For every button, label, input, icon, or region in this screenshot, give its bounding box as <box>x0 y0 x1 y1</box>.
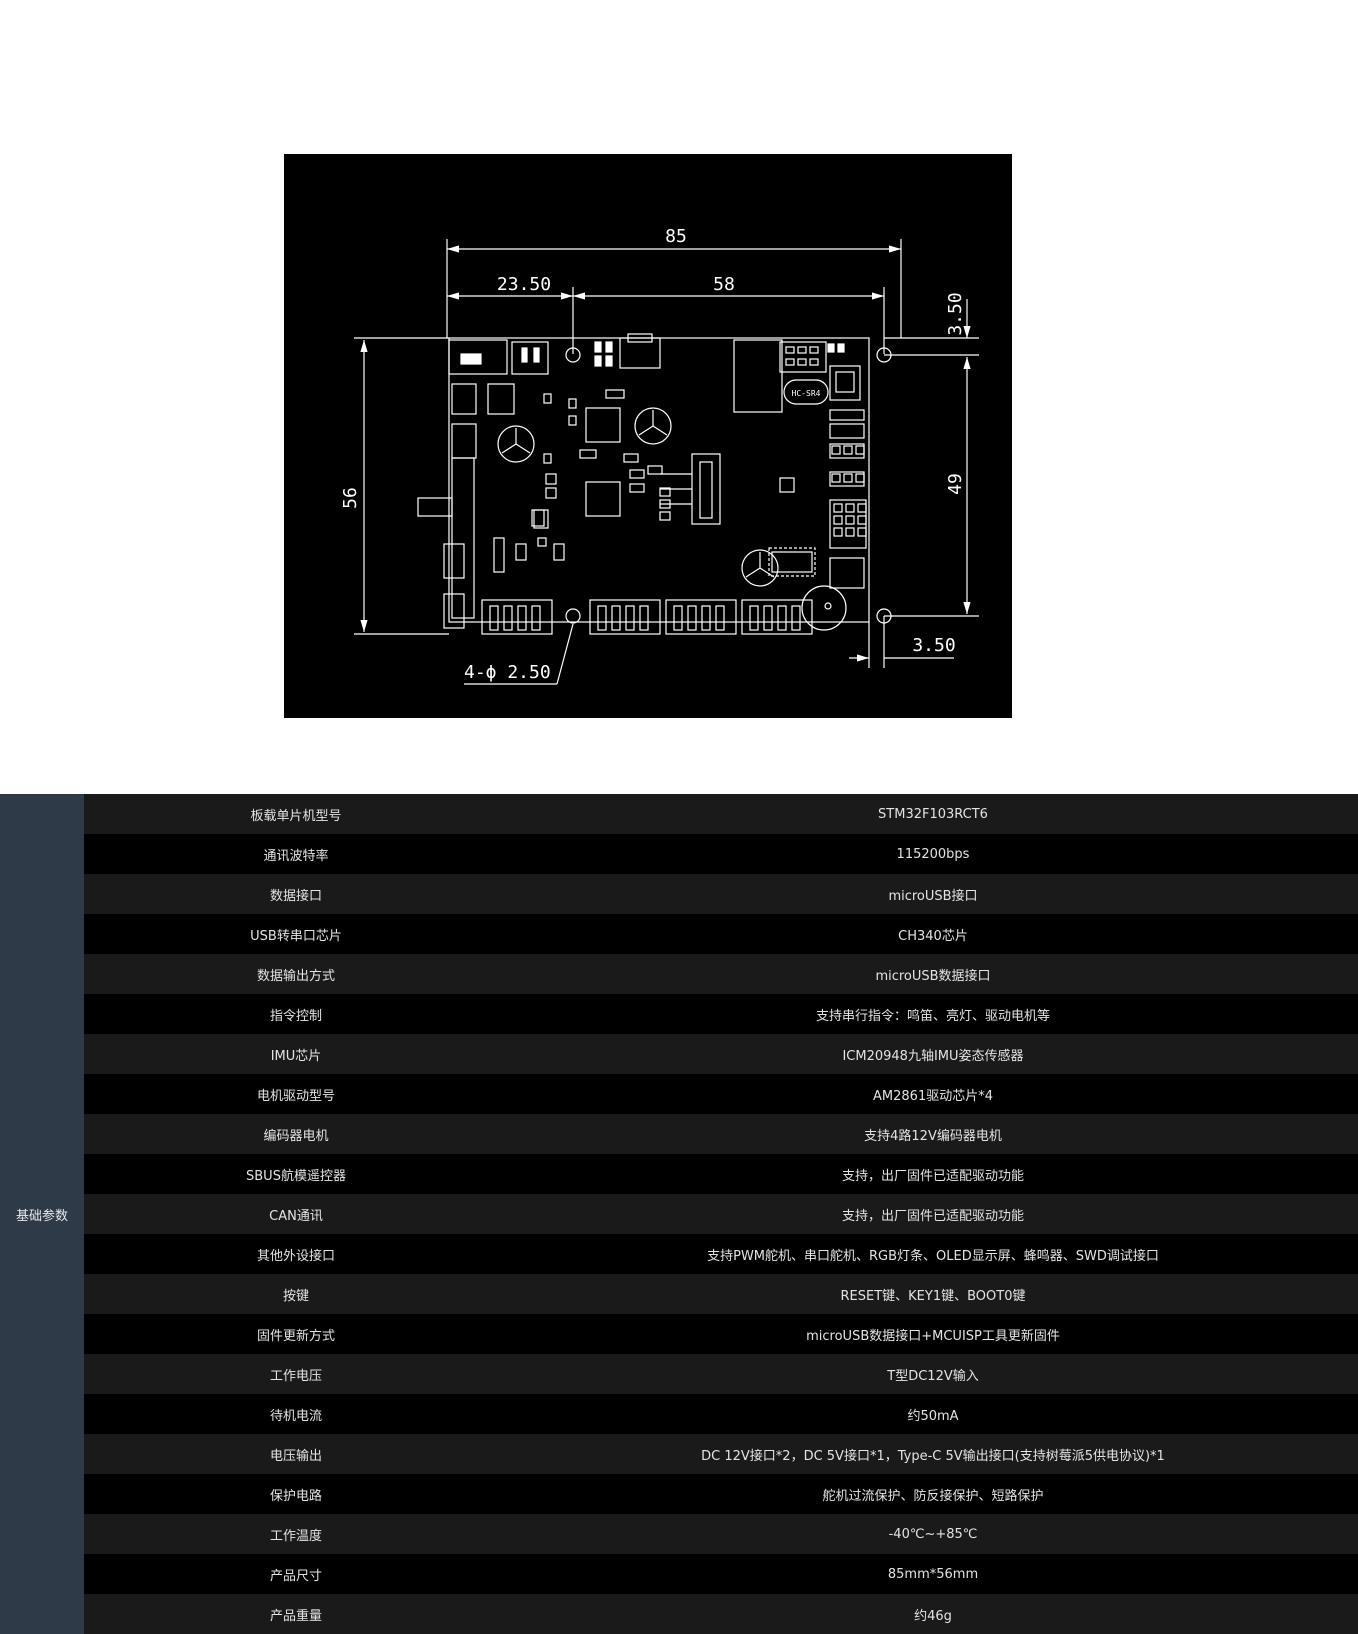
mounting-hole-bottom-left <box>565 608 581 624</box>
spec-value: microUSB接口 <box>888 888 978 904</box>
spec-key: USB转串口芯片 <box>250 928 342 944</box>
spec-row: 其他外设接口 支持PWM舵机、串口舵机、RGB灯条、OLED显示屏、蜂鸣器、SWD… <box>84 1234 1358 1274</box>
spec-key: CAN通讯 <box>269 1208 323 1224</box>
spec-table: 基础参数 板载单片机型号 STM32F103RCT6 通讯波特率 115200bps 数… <box>0 794 1358 1634</box>
spec-row: 数据输出方式 microUSB数据接口 <box>84 954 1358 994</box>
spec-value: 支持，出厂固件已适配驱动功能 <box>841 1168 1024 1184</box>
spec-value: CH340芯片 <box>898 928 968 944</box>
spec-key: 指令控制 <box>269 1008 322 1024</box>
spec-row: 固件更新方式 microUSB数据接口+MCUISP工具更新固件 <box>84 1314 1358 1354</box>
spec-row: IMU芯片 ICM20948九轴IMU姿态传感器 <box>84 1034 1358 1074</box>
spec-row: 待机电流 约50mA <box>84 1394 1358 1434</box>
spec-value: 支持串行指令：鸣笛、亮灯、驱动电机等 <box>815 1008 1050 1024</box>
spec-key: 数据接口 <box>269 888 322 904</box>
spec-value: 支持PWM舵机、串口舵机、RGB灯条、OLED显示屏、蜂鸣器、SWD调试接口 <box>707 1248 1159 1264</box>
spec-value: DC 12V接口*2，DC 5V接口*1，Type-C 5V输出接口(支持树莓派… <box>701 1448 1165 1464</box>
spec-row: 通讯波特率 115200bps <box>84 834 1358 874</box>
spec-value: microUSB数据接口+MCUISP工具更新固件 <box>806 1328 1060 1344</box>
dim-label-3-50-top: 3.50 <box>945 292 966 335</box>
board-components: HC-SR4 <box>417 333 867 635</box>
spec-row: 编码器电机 支持4路12V编码器电机 <box>84 1114 1358 1154</box>
spec-key: 其他外设接口 <box>256 1248 335 1264</box>
spec-value: 支持，出厂固件已适配驱动功能 <box>841 1208 1024 1224</box>
hole-leader <box>556 623 574 685</box>
spec-key: 工作电压 <box>269 1368 322 1384</box>
dim-label-56: 56 <box>340 487 361 509</box>
spec-value: 舵机过流保护、防反接保护、短路保护 <box>822 1488 1044 1504</box>
spec-key: 保护电路 <box>269 1488 322 1504</box>
spec-row: 按键 RESET键、KEY1键、BOOT0键 <box>84 1274 1358 1314</box>
spec-value: AM2861驱动芯片*4 <box>873 1088 993 1104</box>
dim-label-85: 85 <box>665 226 687 247</box>
spec-value: 约46g <box>914 1608 952 1624</box>
spec-key: 编码器电机 <box>263 1128 329 1144</box>
spec-key: 通讯波特率 <box>263 848 329 864</box>
spec-key: 板载单片机型号 <box>250 808 342 824</box>
spec-value: 支持4路12V编码器电机 <box>864 1128 1002 1144</box>
spec-row: 电压输出 DC 12V接口*2，DC 5V接口*1，Type-C 5V输出接口(支… <box>84 1434 1358 1474</box>
spec-row: 产品尺寸 85mm*56mm <box>84 1554 1358 1594</box>
spec-key: SBUS航模遥控器 <box>246 1168 346 1184</box>
dim-label-58: 58 <box>713 274 735 295</box>
spec-value: T型DC12V输入 <box>887 1368 979 1384</box>
dim-label-49: 49 <box>945 473 966 495</box>
spec-value: -40℃~+85℃ <box>888 1526 978 1542</box>
spec-key: 固件更新方式 <box>256 1328 335 1344</box>
spec-key: IMU芯片 <box>270 1048 322 1064</box>
spec-value: STM32F103RCT6 <box>878 806 988 822</box>
spec-row: SBUS航模遥控器 支持，出厂固件已适配驱动功能 <box>84 1154 1358 1194</box>
spec-value: 85mm*56mm <box>887 1566 979 1582</box>
spec-key: 按键 <box>282 1288 309 1304</box>
spec-value: ICM20948九轴IMU姿态传感器 <box>842 1048 1024 1064</box>
dim-label-3-50-bottom: 3.50 <box>912 635 955 656</box>
spec-row: 产品重量 约46g <box>84 1594 1358 1634</box>
spec-key: 产品尺寸 <box>269 1568 322 1584</box>
spec-row: 工作温度 -40℃~+85℃ <box>84 1514 1358 1554</box>
spec-category-label: 基础参数 <box>0 794 84 1634</box>
spec-key: 待机电流 <box>269 1408 322 1424</box>
spec-key: 电机驱动型号 <box>256 1088 335 1104</box>
dim-label-hole: 4-ϕ 2.50 <box>464 662 551 683</box>
spec-value: 115200bps <box>896 846 970 862</box>
spec-key: 产品重量 <box>269 1608 322 1624</box>
spec-row: 指令控制 支持串行指令：鸣笛、亮灯、驱动电机等 <box>84 994 1358 1034</box>
spec-rows: 板载单片机型号 STM32F103RCT6 通讯波特率 115200bps 数据接口 mi… <box>84 794 1358 1634</box>
spec-row: 保护电路 舵机过流保护、防反接保护、短路保护 <box>84 1474 1358 1514</box>
spec-row: 数据接口 microUSB接口 <box>84 874 1358 914</box>
spec-value: RESET键、KEY1键、BOOT0键 <box>840 1288 1026 1304</box>
spec-row: CAN通讯 支持，出厂固件已适配驱动功能 <box>84 1194 1358 1234</box>
spec-row: 板载单片机型号 STM32F103RCT6 <box>84 794 1358 834</box>
spec-row: 工作电压 T型DC12V输入 <box>84 1354 1358 1394</box>
spec-key: 电压输出 <box>269 1448 322 1464</box>
spec-row: USB转串口芯片 CH340芯片 <box>84 914 1358 954</box>
spec-key: 数据输出方式 <box>256 968 335 984</box>
spec-row: 电机驱动型号 AM2861驱动芯片*4 <box>84 1074 1358 1114</box>
spec-key: 工作温度 <box>269 1528 322 1544</box>
dim-label-23-50: 23.50 <box>497 274 551 295</box>
spec-value: 约50mA <box>907 1408 959 1424</box>
chip-label: HC-SR4 <box>792 389 821 398</box>
spec-value: microUSB数据接口 <box>875 968 991 984</box>
board-dimension-drawing: 85 23.50 58 56 3.50 49 3.50 4-ϕ 2.50 HC-… <box>284 154 1012 718</box>
